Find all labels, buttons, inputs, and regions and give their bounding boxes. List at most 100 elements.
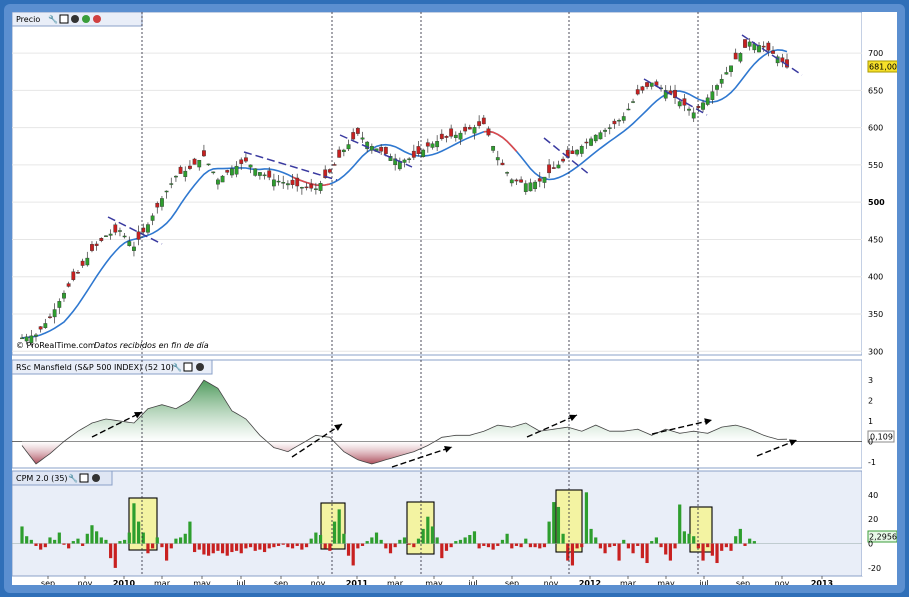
price-candle — [48, 316, 52, 318]
cpm-bar — [379, 539, 383, 544]
cpm-bar — [155, 537, 159, 544]
cpm-bar — [95, 531, 99, 544]
cpm-bar — [664, 543, 668, 555]
cpm-bar — [724, 543, 728, 548]
cpm-bar — [342, 533, 346, 544]
cpm-bar — [169, 543, 173, 549]
price-candle — [253, 168, 258, 176]
price-candle — [449, 128, 454, 137]
wrench-icon[interactable]: 🔧 — [48, 14, 58, 24]
price-candle — [337, 149, 342, 158]
price-candle — [435, 141, 440, 148]
price-candle — [411, 150, 416, 158]
chart-workspace: Precio 🔧 © ProRealTime.com Datos recibid… — [12, 12, 897, 585]
cpm-bar — [510, 543, 514, 549]
rsc-window-icon[interactable] — [183, 362, 193, 372]
cpm-bar — [645, 543, 649, 564]
price-candle — [225, 170, 230, 173]
price-candle — [500, 162, 505, 166]
price-candle — [617, 119, 621, 122]
price-candle — [150, 215, 155, 221]
rsc-y-tick: 0 — [868, 437, 873, 446]
price-candle — [164, 190, 169, 193]
rsc-y-tick: 2 — [868, 397, 873, 406]
cpm-bar — [258, 543, 262, 550]
price-candle — [244, 157, 248, 162]
cpm-window-icon[interactable] — [79, 473, 89, 483]
price-candle — [453, 134, 458, 138]
price-candle — [327, 169, 332, 173]
price-candle — [486, 128, 491, 136]
close-icon[interactable] — [71, 15, 79, 23]
price-y-tick: 300 — [868, 347, 883, 356]
price-candle — [761, 45, 766, 48]
price-candle — [178, 166, 183, 174]
cpm-bar — [62, 543, 66, 545]
price-candle — [267, 170, 272, 178]
cpm-bar — [426, 516, 430, 544]
cpm-bar — [248, 543, 253, 548]
cpm-bar — [211, 543, 215, 554]
price-candle — [188, 165, 192, 169]
cpm-bar — [710, 543, 714, 556]
cpm-bar — [304, 543, 309, 548]
price-candle — [276, 180, 281, 183]
cpm-bar — [486, 543, 491, 548]
price-candle — [285, 183, 290, 186]
cpm-bar — [332, 521, 337, 544]
cpm-bar — [402, 537, 407, 544]
price-last-value: 681,000 — [869, 63, 897, 72]
price-y-tick: 500 — [868, 198, 885, 207]
price-panel — [12, 12, 863, 356]
price-y-tick: 350 — [868, 310, 883, 319]
price-candle — [239, 159, 244, 164]
price-candle — [38, 326, 43, 330]
x-axis-tick-label: nov — [78, 579, 93, 585]
price-candle — [248, 164, 253, 168]
price-candle — [108, 233, 113, 236]
price-candle — [416, 146, 421, 154]
price-candle — [687, 108, 691, 111]
price-candle — [537, 178, 542, 182]
cpm-bar — [197, 543, 201, 550]
price-candle — [556, 164, 561, 169]
price-candle — [80, 260, 85, 266]
cpm-bar — [34, 543, 38, 546]
cpm-bar — [659, 543, 663, 548]
cpm-bar — [678, 504, 682, 544]
rsc-wrench-icon[interactable]: 🔧 — [172, 362, 182, 372]
cpm-bar — [748, 538, 752, 544]
add-icon[interactable] — [82, 15, 90, 23]
x-axis-tick-label: may — [193, 579, 211, 585]
cpm-y-tick: 0 — [868, 540, 873, 549]
cpm-bar — [53, 539, 57, 544]
price-candle — [645, 82, 649, 87]
cpm-bar — [374, 532, 379, 544]
cpm-bar — [556, 506, 561, 544]
price-candle — [607, 127, 612, 129]
cpm-bar — [580, 543, 584, 548]
cpm-close-icon[interactable] — [92, 474, 100, 482]
price-candle — [719, 78, 724, 84]
cpm-bar — [561, 533, 565, 544]
cpm-bar — [188, 521, 192, 544]
cpm-bar — [454, 541, 458, 544]
cpm-bar — [743, 543, 747, 546]
remove-icon[interactable] — [93, 15, 101, 23]
price-candle — [733, 52, 738, 60]
cpm-bar — [276, 543, 281, 546]
cpm-bar — [617, 543, 621, 561]
rsc-close-icon[interactable] — [196, 363, 204, 371]
price-candle — [295, 177, 300, 187]
price-candle — [528, 182, 533, 192]
price-candle — [66, 283, 71, 287]
cpm-bar — [538, 543, 542, 549]
price-candle — [313, 188, 318, 190]
cpm-bar — [668, 543, 672, 561]
price-candle — [701, 102, 705, 110]
cpm-bar — [244, 543, 248, 549]
price-candle — [52, 309, 57, 318]
window-icon[interactable] — [59, 14, 69, 24]
price-candle — [407, 158, 412, 160]
cpm-wrench-icon[interactable]: 🔧 — [68, 473, 78, 483]
